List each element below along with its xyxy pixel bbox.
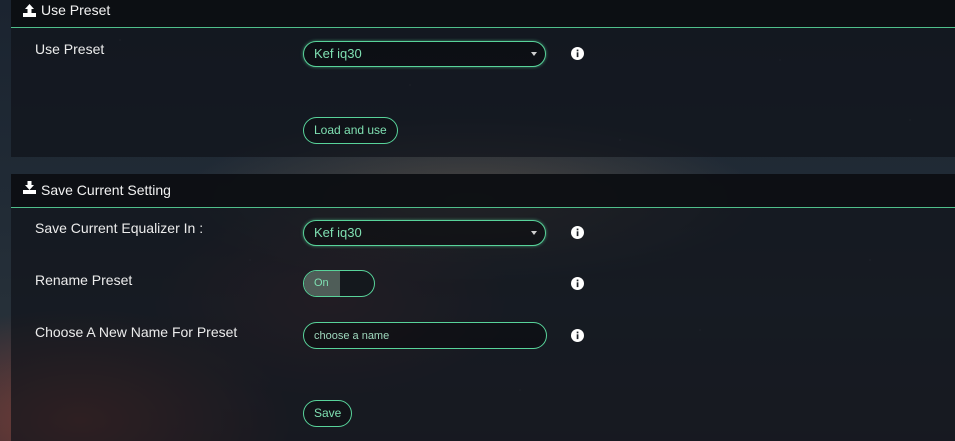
rename-preset-label: Rename Preset (35, 272, 133, 288)
load-and-use-button[interactable]: Load and use (303, 117, 398, 144)
use-preset-header: Use Preset (11, 0, 955, 28)
save-setting-title: Save Current Setting (41, 182, 171, 198)
preset-name-input[interactable] (303, 322, 547, 349)
save-button[interactable]: Save (303, 400, 353, 427)
upload-icon (23, 4, 36, 17)
use-preset-title: Use Preset (41, 2, 111, 18)
info-icon[interactable] (571, 277, 584, 290)
preset-select[interactable]: Kef iq30 (303, 41, 546, 67)
info-icon[interactable] (571, 226, 584, 239)
save-setting-header: Save Current Setting (11, 174, 955, 208)
new-name-label: Choose A New Name For Preset (35, 324, 238, 340)
chevron-down-icon (531, 231, 537, 235)
save-in-select[interactable]: Kef iq30 (303, 220, 546, 246)
save-in-label: Save Current Equalizer In : (35, 220, 204, 236)
info-icon[interactable] (571, 47, 584, 60)
chevron-down-icon (531, 52, 537, 56)
rename-preset-toggle[interactable]: On (303, 270, 375, 297)
download-icon (23, 181, 36, 194)
use-preset-label: Use Preset (35, 41, 105, 57)
preset-select-value: Kef iq30 (314, 46, 362, 61)
toggle-on-label: On (304, 271, 340, 296)
use-preset-panel: Use Preset (11, 0, 955, 157)
save-in-select-value: Kef iq30 (314, 225, 362, 240)
save-setting-panel: Save Current Setting (11, 174, 955, 441)
info-icon[interactable] (571, 329, 584, 342)
